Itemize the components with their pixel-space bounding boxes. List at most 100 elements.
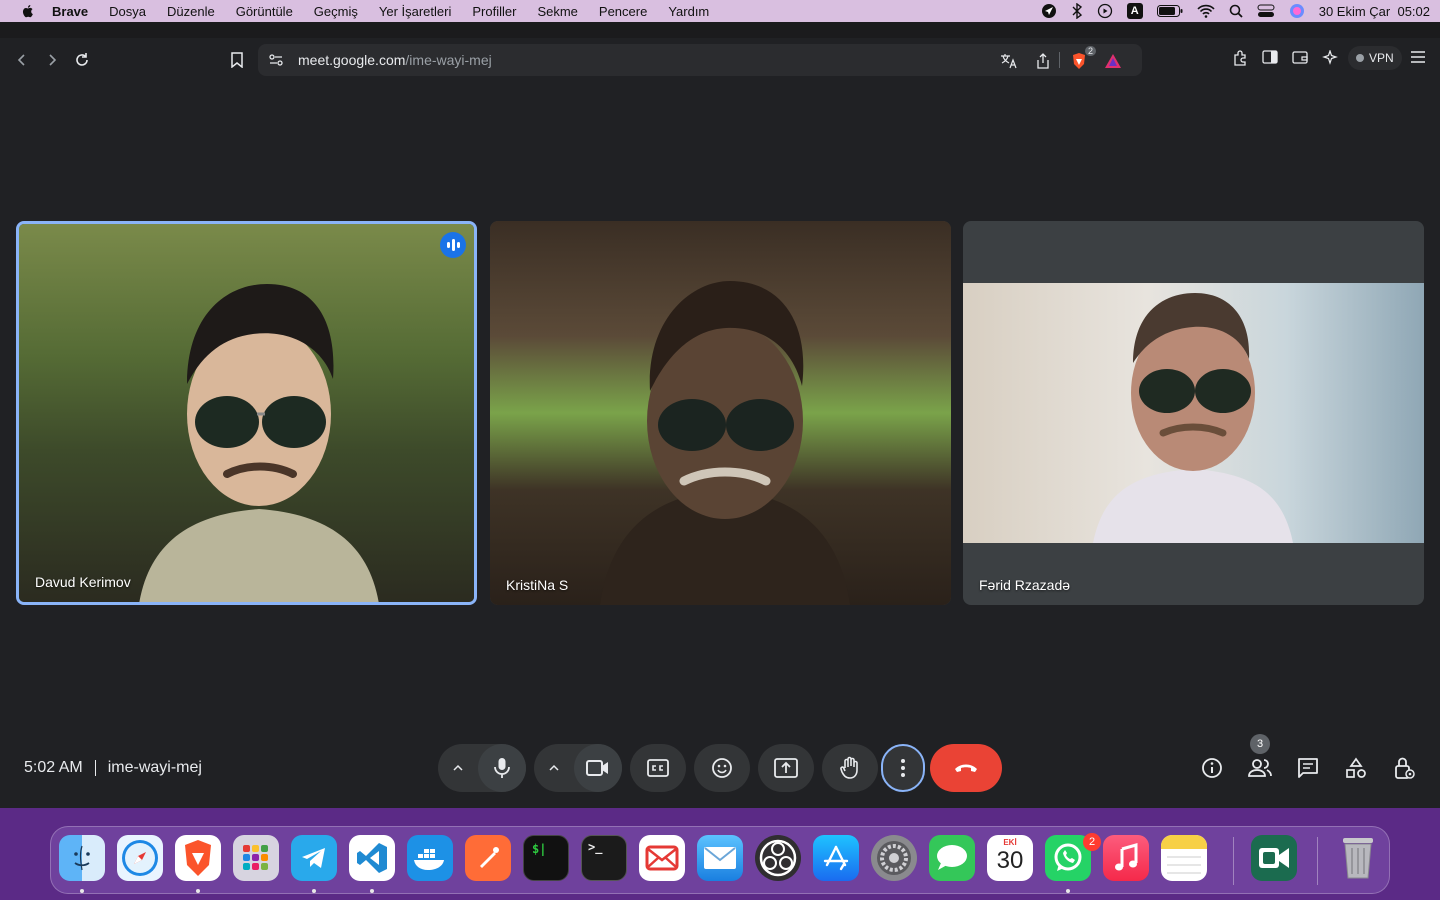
wifi-icon[interactable] xyxy=(1197,4,1215,18)
menu-datetime[interactable]: 30 Ekim Çar 05:02 xyxy=(1319,4,1430,19)
more-options-button[interactable] xyxy=(881,744,925,792)
leo-ai-icon[interactable] xyxy=(1322,50,1338,66)
participant-tile-kristina[interactable]: KristiNa S xyxy=(490,221,951,605)
participant-tile-davud[interactable]: Davud Kerimov xyxy=(16,221,477,605)
present-screen-button[interactable] xyxy=(758,744,814,792)
calendar-month: EKİ xyxy=(1003,838,1017,847)
address-bar[interactable]: meet.google.com/ime-wayi-mej 2 xyxy=(258,44,1142,76)
bookmark-icon[interactable] xyxy=(227,50,247,70)
obs-dock-icon[interactable] xyxy=(755,835,801,881)
app-store-dock-icon[interactable] xyxy=(813,835,859,881)
vpn-label: VPN xyxy=(1369,51,1394,65)
present-screen-icon xyxy=(774,758,798,778)
battery-icon[interactable] xyxy=(1156,5,1183,17)
meeting-code[interactable]: ime-wayi-mej xyxy=(108,759,202,777)
participant-tile-ferid[interactable]: Fərid Rzazadə xyxy=(963,221,1424,605)
extensions-icon[interactable] xyxy=(1232,50,1248,66)
end-call-icon xyxy=(955,764,977,772)
mail-dock-icon[interactable] xyxy=(697,835,743,881)
brave-shields-icon[interactable]: 2 xyxy=(1070,46,1096,70)
share-icon[interactable] xyxy=(1034,52,1052,70)
vscode-running-indicator xyxy=(370,889,374,893)
bluetooth-icon[interactable] xyxy=(1071,3,1083,19)
people-icon[interactable]: 3 xyxy=(1248,734,1272,780)
finder-dock-icon[interactable] xyxy=(59,835,105,881)
brave-rewards-icon[interactable] xyxy=(1104,52,1122,70)
activities-icon[interactable] xyxy=(1344,756,1368,780)
whatsapp-running-indicator xyxy=(1066,889,1070,893)
vpn-button[interactable]: VPN xyxy=(1348,46,1402,70)
launchpad-dock-icon[interactable] xyxy=(233,835,279,881)
video-camera-icon xyxy=(586,760,608,776)
video-options-chevron-up-icon[interactable] xyxy=(534,764,574,772)
menu-pencere[interactable]: Pencere xyxy=(599,4,647,19)
microphone-button[interactable] xyxy=(478,744,526,792)
iterm-dock-icon[interactable]: $| xyxy=(523,835,569,881)
meeting-info-divider xyxy=(94,760,96,776)
brave-running-indicator xyxy=(196,889,200,893)
telegram-dock-icon[interactable] xyxy=(291,835,337,881)
url-path: /ime-wayi-mej xyxy=(405,52,492,68)
control-center-icon[interactable] xyxy=(1257,4,1275,18)
host-controls-icon[interactable] xyxy=(1392,756,1416,780)
menu-sekme[interactable]: Sekme xyxy=(537,4,577,19)
dock-separator xyxy=(1233,837,1234,885)
apple-icon[interactable] xyxy=(20,3,36,19)
siri-icon[interactable] xyxy=(1289,3,1305,19)
menu-goruntule[interactable]: Görüntüle xyxy=(236,4,293,19)
menu-yardim[interactable]: Yardım xyxy=(668,4,709,19)
macos-menu-bar: Brave Dosya Düzenle Görüntüle Geçmiş Yer… xyxy=(0,0,1440,22)
music-dock-icon[interactable] xyxy=(1103,835,1149,881)
more-vertical-icon xyxy=(901,759,905,777)
meeting-details-info-icon[interactable] xyxy=(1200,756,1224,780)
captions-button[interactable] xyxy=(630,744,686,792)
audio-options-chevron-up-icon[interactable] xyxy=(438,764,478,772)
notes-dock-icon[interactable] xyxy=(1161,835,1207,881)
camera-button[interactable] xyxy=(574,744,622,792)
hamburger-menu-icon[interactable] xyxy=(1410,50,1426,64)
system-settings-dock-icon[interactable] xyxy=(871,835,917,881)
menu-app-name[interactable]: Brave xyxy=(52,4,88,19)
tab-strip[interactable] xyxy=(0,22,1440,38)
translate-icon[interactable] xyxy=(1000,52,1018,70)
back-icon[interactable] xyxy=(12,50,32,70)
speaking-indicator-icon xyxy=(440,232,466,258)
messages-dock-icon[interactable] xyxy=(929,835,975,881)
chat-icon[interactable] xyxy=(1296,756,1320,780)
menu-duzenle[interactable]: Düzenle xyxy=(167,4,215,19)
video-control-group xyxy=(534,744,622,792)
airmail-dock-icon[interactable] xyxy=(639,835,685,881)
participant-video-avatar xyxy=(139,284,379,602)
participant-video-avatar xyxy=(600,281,850,605)
input-source-icon[interactable]: A xyxy=(1126,3,1143,19)
menu-dosya[interactable]: Dosya xyxy=(109,4,146,19)
menu-profiller[interactable]: Profiller xyxy=(472,4,516,19)
leave-call-button[interactable] xyxy=(930,744,1002,792)
docker-dock-icon[interactable] xyxy=(407,835,453,881)
brave-dock-icon[interactable] xyxy=(175,835,221,881)
menu-gecmis[interactable]: Geçmiş xyxy=(314,4,358,19)
emoji-icon xyxy=(712,758,732,778)
play-icon[interactable] xyxy=(1097,3,1113,19)
reload-icon[interactable] xyxy=(72,50,92,70)
url-host: meet.google.com xyxy=(298,52,406,68)
wallet-icon[interactable] xyxy=(1292,50,1308,64)
sidebar-icon[interactable] xyxy=(1262,50,1278,64)
menu-yer-isaretleri[interactable]: Yer İşaretleri xyxy=(379,4,452,19)
google-meet-dock-icon[interactable] xyxy=(1251,835,1297,881)
calendar-dock-icon[interactable]: EKİ 30 xyxy=(987,835,1033,881)
raise-hand-button[interactable] xyxy=(822,744,878,792)
vscode-dock-icon[interactable] xyxy=(349,835,395,881)
terminal-dock-icon[interactable]: >_ xyxy=(581,835,627,881)
address-bar-divider xyxy=(1059,52,1060,68)
safari-dock-icon[interactable] xyxy=(117,835,163,881)
trash-dock-icon[interactable] xyxy=(1335,835,1381,881)
location-icon[interactable] xyxy=(1041,3,1057,19)
reactions-button[interactable] xyxy=(694,744,750,792)
browser-toolbar: meet.google.com/ime-wayi-mej 2 VPN xyxy=(0,38,1440,82)
url-text[interactable]: meet.google.com/ime-wayi-mej xyxy=(298,52,492,68)
forward-icon[interactable] xyxy=(42,50,62,70)
spotlight-search-icon[interactable] xyxy=(1229,4,1243,18)
site-settings-icon[interactable] xyxy=(268,52,284,73)
postman-dock-icon[interactable] xyxy=(465,835,511,881)
